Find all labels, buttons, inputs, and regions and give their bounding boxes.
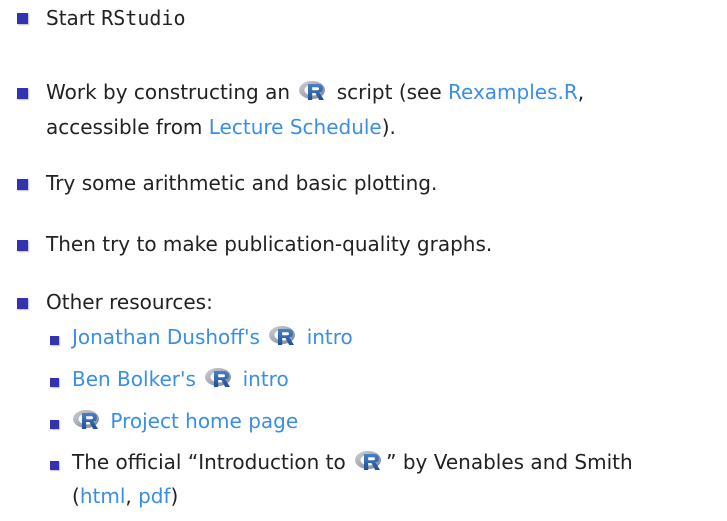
- resource-official-line2: (html, pdf): [72, 480, 178, 512]
- project-link-text[interactable]: Project home page: [104, 409, 298, 433]
- square-bullet-icon: [17, 179, 28, 190]
- square-bullet-icon: [50, 336, 59, 345]
- resource-bolker[interactable]: Ben Bolker's intro: [72, 363, 289, 395]
- r-logo-icon: [204, 367, 234, 389]
- bullet-item-other: Other resources:: [46, 290, 213, 314]
- r-logo-icon: [72, 409, 102, 431]
- rstudio-code: RStudio: [101, 6, 186, 30]
- resource-official: The official “Introduction to ” by Venab…: [72, 446, 633, 478]
- square-bullet-icon: [17, 240, 28, 251]
- square-bullet-icon: [17, 88, 28, 99]
- bullet-item-start: Start RStudio: [46, 2, 186, 34]
- bolker-link-text-2[interactable]: intro: [236, 367, 289, 391]
- start-text: Start: [46, 6, 102, 30]
- official-text-1: The official “Introduction to: [72, 450, 353, 474]
- square-bullet-icon: [50, 420, 59, 429]
- official-text-2: ” by Venables and Smith: [386, 450, 633, 474]
- square-bullet-icon: [17, 298, 28, 309]
- work-text-1: Work by constructing an: [46, 80, 297, 104]
- html-link[interactable]: html: [80, 484, 126, 508]
- work-text-2: script (see: [330, 80, 449, 104]
- official-paren-close: ): [170, 484, 179, 508]
- bolker-link-text-1[interactable]: Ben Bolker's: [72, 367, 202, 391]
- dushoff-link-text-2[interactable]: intro: [300, 325, 353, 349]
- official-sep: ,: [125, 484, 139, 508]
- square-bullet-icon: [17, 13, 28, 24]
- bullet-item-arithmetic: Try some arithmetic and basic plotting.: [46, 171, 438, 195]
- work-text-3: ,: [577, 80, 585, 104]
- dushoff-link-text-1[interactable]: Jonathan Dushoff's: [72, 325, 266, 349]
- bullet-item-publication: Then try to make publication-quality gra…: [46, 232, 493, 256]
- square-bullet-icon: [50, 461, 59, 470]
- square-bullet-icon: [50, 378, 59, 387]
- bullet-item-work: Work by constructing an script (see Rexa…: [46, 76, 584, 108]
- bullet-item-work-line2: accessible from Lecture Schedule).: [46, 111, 396, 143]
- work-text-5: ).: [381, 115, 396, 139]
- slide: Start RStudio Work by constructing an sc…: [0, 0, 727, 521]
- pdf-link[interactable]: pdf: [138, 484, 170, 508]
- rexamples-link[interactable]: Rexamples.R: [448, 80, 578, 104]
- resource-project[interactable]: Project home page: [72, 405, 298, 437]
- resource-dushoff[interactable]: Jonathan Dushoff's intro: [72, 321, 353, 353]
- work-text-4: accessible from: [46, 115, 209, 139]
- r-logo-icon: [268, 325, 298, 347]
- r-logo-icon: [298, 80, 328, 102]
- official-paren-open: (: [72, 484, 80, 508]
- lecture-schedule-link[interactable]: Lecture Schedule: [209, 115, 382, 139]
- r-logo-icon: [354, 450, 384, 472]
